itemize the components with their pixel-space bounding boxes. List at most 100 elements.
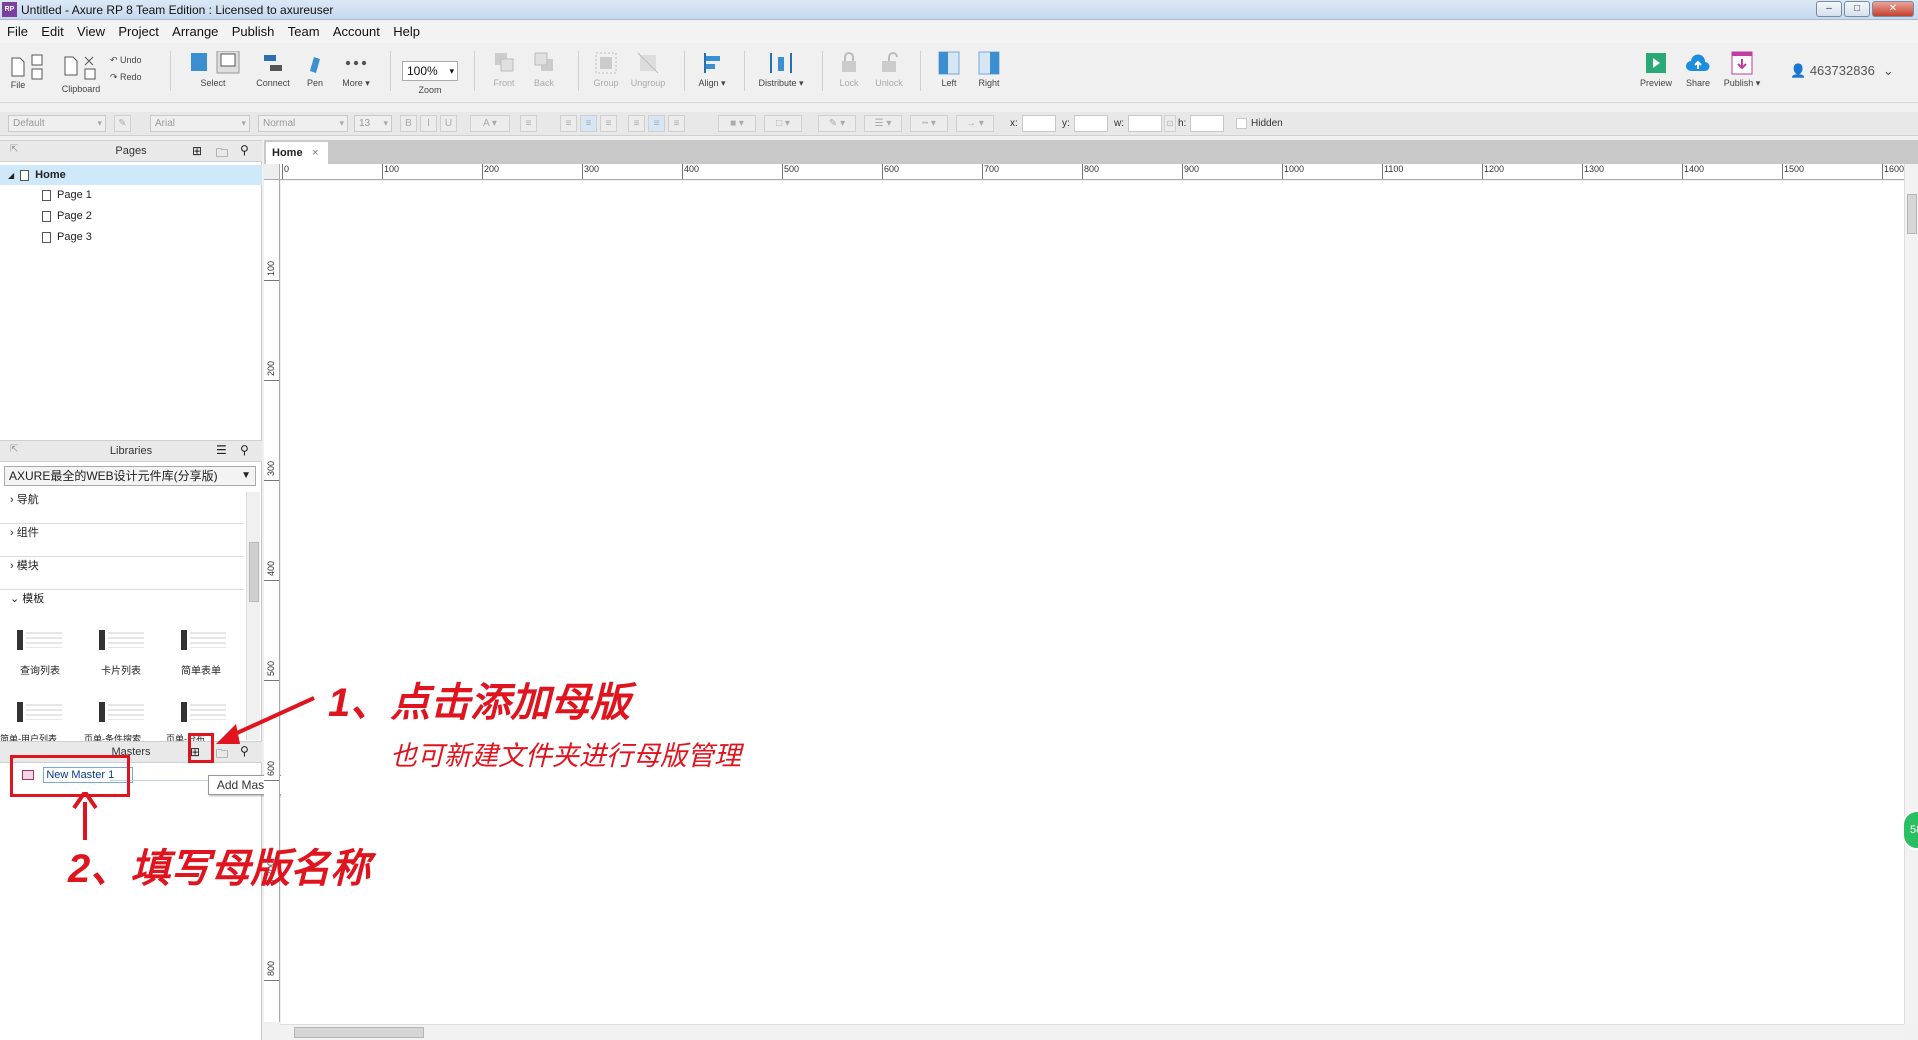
menu-project[interactable]: Project [113, 21, 163, 43]
redo-icon: ↷ [110, 72, 121, 82]
zoom-select[interactable]: 100% ▾ [402, 61, 458, 81]
menu-edit[interactable]: Edit [36, 21, 68, 43]
undo-button[interactable]: ↶ Undo [110, 55, 154, 66]
select-button[interactable]: Select [182, 51, 244, 88]
library-category-components[interactable]: › 组件 [0, 524, 244, 557]
arrow-style-icon[interactable]: → ▾ [956, 115, 994, 132]
page-item-page2[interactable]: Page 2 [0, 206, 262, 226]
menu-icon[interactable]: ☰ [216, 443, 227, 457]
shadow-icon[interactable]: □ ▾ [764, 115, 802, 132]
floating-badge[interactable]: 58 [1902, 810, 1918, 850]
annotation-step2: 2、填写母版名称 [68, 847, 371, 891]
align-button[interactable]: Align ▾ [694, 51, 730, 89]
widget-thumb-card-list[interactable] [96, 626, 146, 654]
distribute-button[interactable]: Distribute ▾ [754, 51, 808, 89]
library-category-templates[interactable]: ⌄ 模板 [0, 590, 244, 623]
scroll-thumb[interactable] [249, 542, 259, 602]
back-button[interactable]: Back [526, 51, 562, 88]
font-weight-select[interactable]: Normal [258, 115, 348, 132]
widget-label: 简单表单 [181, 666, 221, 677]
widget-thumb-query-list[interactable] [14, 626, 64, 654]
design-canvas[interactable] [281, 181, 1904, 1025]
lock-ratio-icon[interactable]: ⊡ [1164, 115, 1176, 132]
search-icon[interactable]: ⚲ [240, 443, 249, 457]
preview-button[interactable]: Preview [1638, 51, 1674, 88]
bold-icon[interactable]: B [400, 115, 417, 132]
scroll-thumb[interactable] [1907, 194, 1917, 234]
close-button[interactable]: ✕ [1872, 1, 1914, 17]
save-icon-button[interactable] [30, 53, 44, 85]
minimize-button[interactable]: – [1816, 1, 1842, 17]
library-category-nav[interactable]: › 导航 [0, 491, 244, 524]
library-category-modules[interactable]: › 模块 [0, 557, 244, 590]
ruler-tick [264, 780, 279, 781]
front-button[interactable]: Front [486, 51, 522, 88]
clipboard-button[interactable]: Clipboard [58, 53, 104, 94]
menu-arrange[interactable]: Arrange [167, 21, 223, 43]
right-button[interactable]: Right [972, 51, 1006, 88]
share-button[interactable]: Share [1680, 51, 1716, 88]
line-width-icon[interactable]: ☰ ▾ [864, 115, 902, 132]
font-size-select[interactable]: 13 [354, 115, 392, 132]
x-input[interactable] [1022, 115, 1056, 132]
ungroup-button[interactable]: Ungroup [628, 51, 668, 88]
tab-home[interactable]: Home × [266, 142, 328, 164]
expand-icon[interactable]: ◢ [8, 171, 14, 180]
align-right-text-icon[interactable]: ≡ [600, 115, 617, 132]
y-input[interactable] [1074, 115, 1108, 132]
unlock-button[interactable]: Unlock [872, 51, 906, 88]
page-item-page3[interactable]: Page 3 [0, 227, 262, 247]
widget-thumb-condition-search[interactable] [96, 698, 146, 726]
widget-thumb-simple-form[interactable] [178, 626, 228, 654]
publish-button[interactable]: Publish ▾ [1718, 51, 1766, 89]
connect-button[interactable]: Connect [252, 51, 294, 88]
ruler-label: 0 [284, 164, 290, 174]
valign-middle-icon[interactable]: ≡ [648, 115, 665, 132]
lock-button[interactable]: Lock [832, 51, 866, 88]
fill-color-icon[interactable]: ■ ▾ [718, 115, 756, 132]
redo-button[interactable]: ↷ Redo [110, 72, 154, 83]
scroll-thumb[interactable] [294, 1027, 424, 1038]
pen-button[interactable]: Pen [300, 51, 330, 88]
widget-thumb-user-list[interactable] [14, 698, 64, 726]
more-dots-icon [345, 60, 367, 66]
add-folder-icon[interactable]: 🗀 [216, 144, 228, 165]
more-button[interactable]: More ▾ [338, 51, 374, 89]
hidden-checkbox[interactable] [1236, 118, 1247, 129]
menu-help[interactable]: Help [388, 21, 425, 43]
text-color-icon[interactable]: A ▾ [470, 115, 510, 132]
menu-publish[interactable]: Publish [227, 21, 280, 43]
page-item-home[interactable]: ◢ Home [0, 165, 262, 185]
tab-close-icon[interactable]: × [312, 142, 318, 164]
align-left-text-icon[interactable]: ≡ [560, 115, 577, 132]
search-icon[interactable]: ⚲ [240, 143, 249, 157]
page-item-page1[interactable]: Page 1 [0, 185, 262, 205]
file-button[interactable]: File [8, 57, 28, 90]
group-button[interactable]: Group [586, 51, 626, 88]
underline-icon[interactable]: U [440, 115, 457, 132]
maximize-button[interactable]: □ [1844, 1, 1870, 17]
user-account[interactable]: 👤 463732836 ⌄ [1790, 63, 1910, 79]
library-select[interactable]: AXURE最全的WEB设计元件库(分享版) ▼ [4, 466, 256, 486]
align-center-text-icon[interactable]: ≡ [580, 115, 597, 132]
vertical-scrollbar[interactable] [1904, 164, 1918, 1024]
line-style-icon[interactable]: ┅ ▾ [910, 115, 948, 132]
add-page-icon[interactable]: ⊞ [192, 144, 202, 158]
line-color-icon[interactable]: ✎ ▾ [818, 115, 856, 132]
w-input[interactable] [1128, 115, 1162, 132]
bullet-list-icon[interactable]: ≡ [520, 115, 537, 132]
toolbar-separator [474, 51, 475, 91]
menu-account[interactable]: Account [328, 21, 385, 43]
h-input[interactable] [1190, 115, 1224, 132]
menu-team[interactable]: Team [283, 21, 325, 43]
style-select[interactable]: Default [8, 115, 106, 132]
horizontal-scrollbar[interactable] [280, 1024, 1904, 1040]
menu-view[interactable]: View [72, 21, 110, 43]
italic-icon[interactable]: I [420, 115, 437, 132]
font-family-select[interactable]: Arial [150, 115, 250, 132]
left-button[interactable]: Left [932, 51, 966, 88]
valign-bottom-icon[interactable]: ≡ [668, 115, 685, 132]
valign-top-icon[interactable]: ≡ [628, 115, 645, 132]
style-edit-icon[interactable]: ✎ [114, 115, 131, 132]
menu-file[interactable]: File [2, 21, 33, 43]
